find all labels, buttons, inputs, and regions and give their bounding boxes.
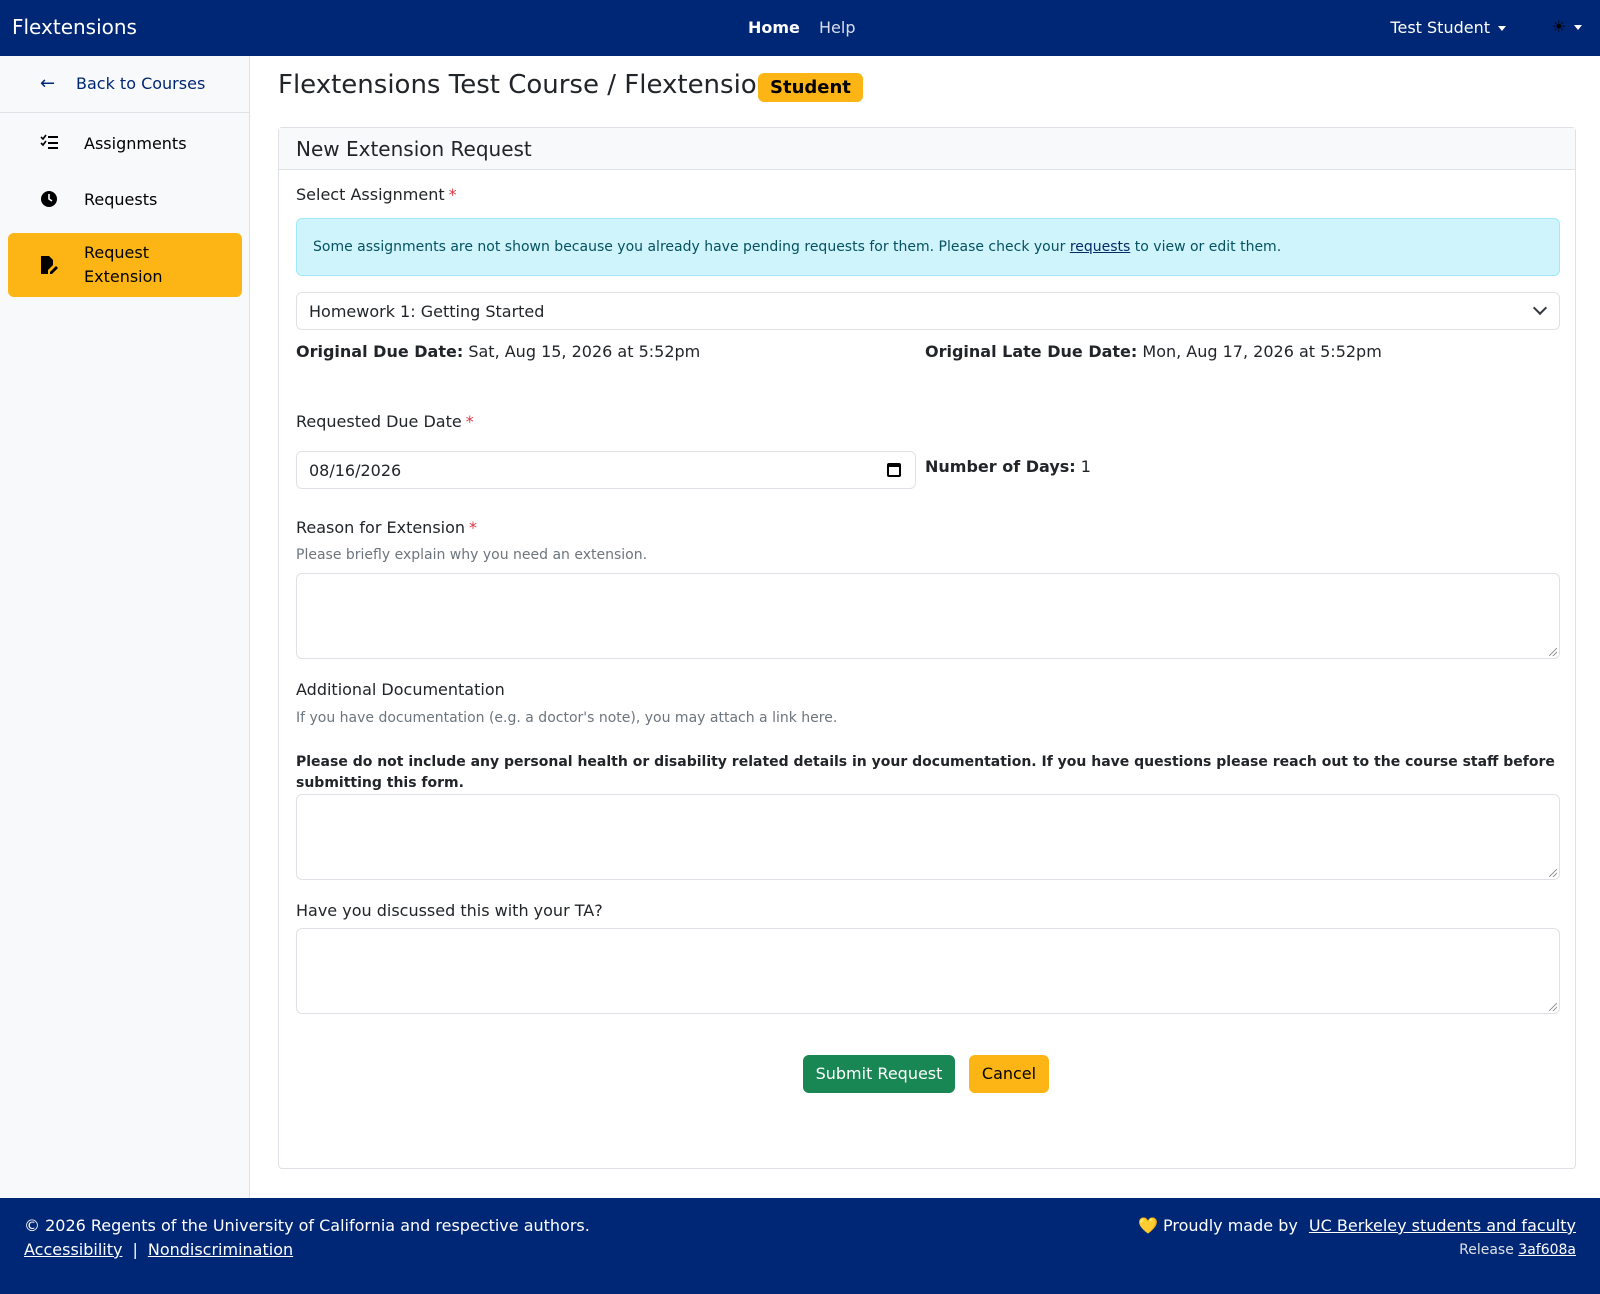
select-assignment-text: Select Assignment [296,185,445,204]
nondiscrimination-link[interactable]: Nondiscrimination [148,1240,293,1259]
footer: © 2026 Regents of the University of Cali… [0,1198,1600,1294]
accessibility-link[interactable]: Accessibility [24,1240,122,1259]
requested-due-text: Requested Due Date [296,412,462,431]
release-info: Release 3af608a [1459,1242,1576,1258]
sidebar: ← Back to Courses Assignments Requests R… [0,56,250,1198]
submit-request-button[interactable]: Submit Request [803,1055,955,1093]
footer-links: Accessibility | Nondiscrimination [24,1240,293,1259]
alert-text: Some assignments are not shown because y… [313,239,1281,255]
required-mark: * [465,412,474,431]
copyright-text: © 2026 Regents of the University of Cali… [24,1216,590,1235]
ta-discussion-label: Have you discussed this with your TA? [296,901,603,920]
nav-home-link[interactable]: Home [748,18,800,37]
required-mark: * [448,185,457,204]
user-menu-toggle[interactable]: Test Student [1390,18,1506,37]
back-to-courses-link[interactable]: ← Back to Courses [0,56,249,113]
file-edit-icon [40,255,58,279]
release-hash-link[interactable]: 3af608a [1518,1242,1576,1258]
num-days-value: 1 [1080,457,1091,476]
page-title: Flextensions Test Course / Flextensions [278,70,787,100]
made-by: 💛 Proudly made by UC Berkeley students a… [1138,1216,1576,1235]
late-due-label: Original Late Due Date: [925,342,1138,361]
reason-help-text: Please briefly explain why you need an e… [296,547,648,563]
select-assignment-label: Select Assignment * [296,185,457,204]
card-header: New Extension Request [279,128,1575,170]
brand-link[interactable]: Flextensions [12,15,137,39]
alert-text-after: to view or edit them. [1134,239,1282,255]
user-name: Test Student [1390,18,1490,37]
num-days-label: Number of Days: [925,457,1076,476]
assignment-select-value: Homework 1: Getting Started [309,302,545,321]
role-badge: Student [758,73,863,102]
main-nav: Home Help [748,18,855,37]
ta-discussion-textarea[interactable] [296,928,1560,1014]
calendar-icon[interactable] [887,463,901,477]
required-mark: * [469,518,478,537]
requested-due-date-label: Requested Due Date * [296,412,474,431]
original-due-date: Original Due Date: Sat, Aug 15, 2026 at … [296,342,700,361]
sidebar-item-label: Requests [84,190,158,209]
release-label: Release [1459,1242,1514,1258]
theme-toggle[interactable]: ☀ [1552,17,1582,36]
extension-request-card: New Extension Request Select Assignment *… [278,127,1576,1169]
nav-help-link[interactable]: Help [819,18,855,37]
original-due-value: Sat, Aug 15, 2026 at 5:52pm [468,342,701,361]
resize-grip-icon[interactable] [1549,1003,1557,1011]
back-to-courses-label: Back to Courses [76,74,206,93]
sidebar-item-assignments[interactable]: Assignments [8,120,242,170]
resize-grip-icon[interactable] [1549,648,1557,656]
sidebar-item-requests[interactable]: Requests [8,176,242,226]
sun-icon: ☀ [1551,17,1566,36]
clock-icon [40,190,58,212]
resize-grip-icon[interactable] [1549,869,1557,877]
reason-textarea[interactable] [296,573,1560,659]
number-of-days: Number of Days: 1 [925,457,1091,476]
requested-due-date-input[interactable]: 08/16/2026 [296,451,916,489]
pending-requests-alert: Some assignments are not shown because y… [296,218,1560,276]
requests-link[interactable]: requests [1070,239,1131,255]
sidebar-item-label: Assignments [84,134,187,153]
reason-label: Reason for Extension * [296,518,477,537]
documentation-textarea[interactable] [296,794,1560,880]
late-due-value: Mon, Aug 17, 2026 at 5:52pm [1142,342,1382,361]
documentation-warning: Please do not include any personal healt… [296,754,1555,791]
uc-berkeley-link[interactable]: UC Berkeley students and faculty [1309,1216,1576,1235]
reason-text: Reason for Extension [296,518,466,537]
heart-icon: 💛 [1138,1216,1158,1235]
chevron-down-icon [1498,26,1506,31]
card-title: New Extension Request [296,137,532,161]
top-navbar: Flextensions Home Help Test Student ☀ [0,0,1600,56]
chevron-down-icon [1532,300,1548,316]
footer-separator: | [132,1240,138,1259]
sidebar-item-label: Request Extension [84,243,163,286]
cancel-button[interactable]: Cancel [969,1055,1049,1093]
assignment-select[interactable]: Homework 1: Getting Started [296,292,1560,330]
requested-due-date-value: 08/16/2026 [309,461,402,480]
list-check-icon [40,134,58,154]
made-by-text: Proudly made by [1163,1216,1298,1235]
documentation-help-text: If you have documentation (e.g. a doctor… [296,710,838,726]
documentation-label: Additional Documentation [296,680,505,699]
original-late-due-date: Original Late Due Date: Mon, Aug 17, 202… [925,342,1382,361]
chevron-down-icon [1574,25,1582,30]
sidebar-item-request-extension[interactable]: Request Extension [8,233,242,297]
original-due-label: Original Due Date: [296,342,464,361]
alert-text-before: Some assignments are not shown because y… [313,239,1066,255]
arrow-left-icon: ← [40,73,56,94]
